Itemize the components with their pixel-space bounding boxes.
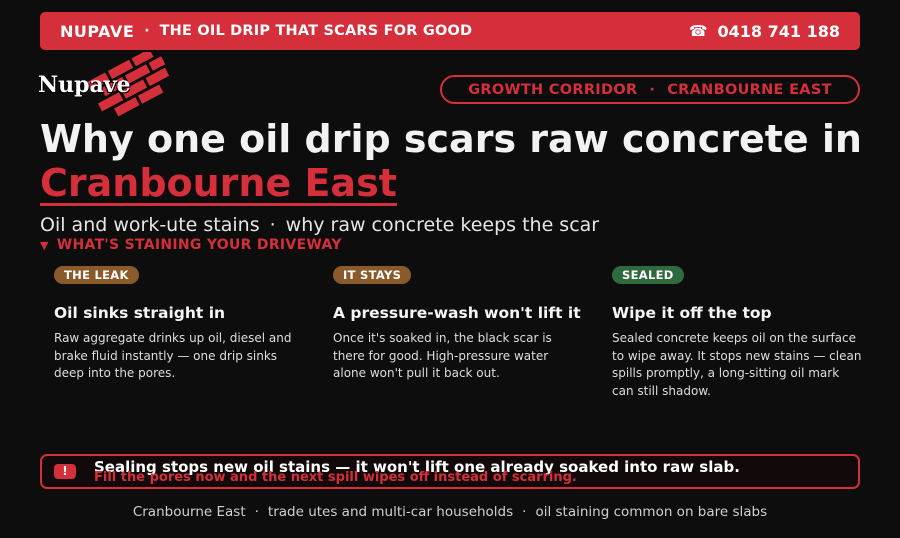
card-leak: THE LEAK Oil sinks straight in Raw aggre… (54, 264, 304, 383)
section-heading: ▼ WHAT'S STAINING YOUR DRIVEWAY (40, 237, 342, 253)
title-line: Why one oil drip scars raw concrete in (40, 117, 862, 161)
top-banner: NUPAVE · THE OIL DRIP THAT SCARS FOR GOO… (40, 12, 860, 50)
footer-staining: oil staining common on bare slabs (535, 504, 768, 520)
subheading-separator: · (269, 214, 276, 236)
status-badge: IT STAYS (333, 266, 412, 284)
card-body: Once it's soaked in, the black scar is t… (333, 331, 552, 380)
subheading-right: why raw concrete keeps the scar (285, 214, 600, 236)
alert-icon: ! (54, 464, 76, 479)
pill-suburb: CRANBOURNE EAST (667, 81, 832, 98)
caret-down-icon: ▼ (40, 238, 49, 252)
footer: Cranbourne East · trade utes and multi-c… (0, 504, 900, 520)
banner-left: NUPAVE · THE OIL DRIP THAT SCARS FOR GOO… (60, 22, 472, 41)
pill-region: GROWTH CORRIDOR (468, 81, 638, 98)
card-stays: IT STAYS A pressure-wash won't lift it O… (333, 264, 583, 383)
footer-separator: · (254, 504, 259, 520)
card-sealed: SEALED Wipe it off the top Sealed concre… (612, 264, 862, 400)
title-accent: Cranbourne East (40, 161, 397, 206)
subheading: Oil and work-ute stains · why raw concre… (40, 214, 599, 236)
logo-wordmark: Nupave (38, 72, 131, 98)
card-title: Oil sinks straight in (54, 304, 226, 322)
card-body: Sealed concrete keeps oil on the surface… (612, 331, 862, 398)
footer-location: Cranbourne East (132, 504, 246, 520)
section-heading-text: WHAT'S STAINING YOUR DRIVEWAY (56, 237, 342, 253)
banner-separator: · (144, 23, 150, 39)
status-badge: SEALED (612, 266, 684, 284)
brand-logo[interactable]: Nupave (36, 52, 176, 122)
alert-banner: ! Sealing stops new oil stains — it won'… (40, 454, 860, 489)
status-badge: THE LEAK (54, 266, 139, 284)
card-body: Raw aggregate drinks up oil, diesel and … (54, 331, 292, 380)
pill-separator: · (649, 81, 656, 98)
phone-icon: ☎ (688, 22, 708, 40)
footer-separator: · (522, 504, 527, 520)
banner-tagline: THE OIL DRIP THAT SCARS FOR GOOD (159, 23, 473, 39)
subheading-left: Oil and work-ute stains (40, 214, 260, 236)
banner-brand[interactable]: NUPAVE (60, 22, 134, 41)
card-title: A pressure-wash won't lift it (333, 304, 581, 322)
location-pill: GROWTH CORRIDOR · CRANBOURNE EAST (440, 75, 860, 104)
page-title: Why one oil drip scars raw concrete in C… (40, 117, 870, 206)
card-title: Wipe it off the top (612, 304, 772, 322)
phone-link[interactable]: ☎ 0418 741 188 (689, 22, 840, 41)
phone-number[interactable]: 0418 741 188 (718, 22, 840, 41)
alert-submessage: Fill the pores now and the next spill wi… (94, 470, 577, 485)
footer-households: trade utes and multi-car households (267, 504, 514, 520)
